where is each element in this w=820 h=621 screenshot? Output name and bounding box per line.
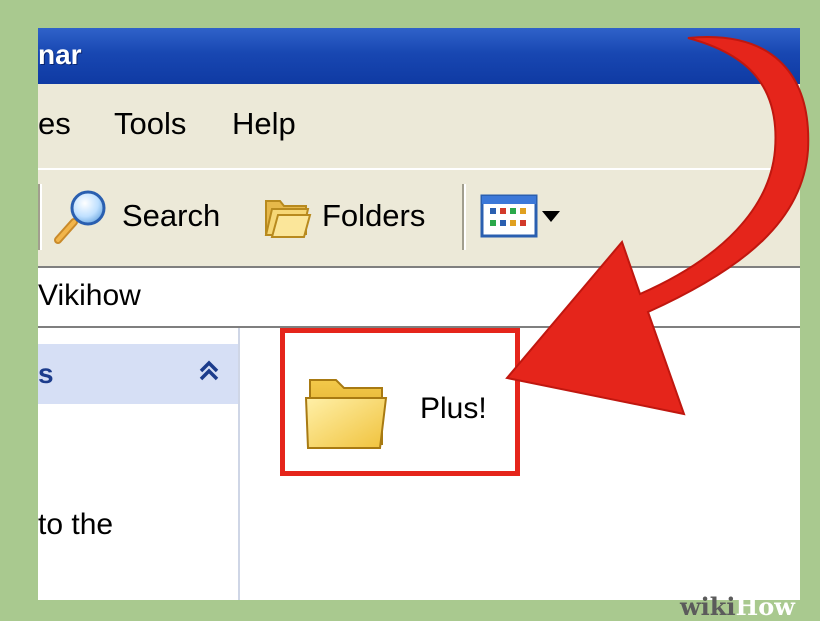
menu-tools[interactable]: Tools: [110, 104, 190, 144]
wikihow-watermark: wikiHow: [680, 592, 795, 621]
magnifier-icon: [52, 188, 114, 244]
tasks-header[interactable]: s: [38, 344, 238, 404]
search-label: Search: [122, 198, 221, 233]
title-bar: nar: [38, 28, 800, 84]
views-button[interactable]: [480, 188, 562, 244]
menu-bar: es Tools Help: [38, 84, 800, 169]
folders-button[interactable]: Folders: [260, 188, 425, 244]
address-path: Vikihow: [38, 279, 141, 312]
folder-content-area: Plus!: [240, 328, 800, 600]
search-button[interactable]: Search: [52, 188, 220, 244]
address-bar[interactable]: Vikihow: [38, 266, 800, 328]
toolbar-separator: [462, 184, 466, 250]
tasks-header-title: s: [38, 358, 54, 389]
window-title: nar: [38, 39, 82, 70]
watermark-wiki: wiki: [680, 592, 736, 621]
folder-icon: [300, 364, 396, 460]
toolbar: Search Folders: [38, 168, 800, 268]
folder-item-plus[interactable]: Plus!: [280, 328, 520, 476]
menu-favorites[interactable]: es: [38, 104, 75, 144]
views-icon: [480, 192, 538, 240]
menu-help[interactable]: Help: [228, 104, 300, 144]
collapse-chevron-icon[interactable]: [192, 356, 226, 390]
toolbar-separator: [38, 184, 42, 250]
dropdown-arrow-icon[interactable]: [540, 206, 562, 226]
folder-label: Plus!: [420, 392, 487, 425]
explorer-window: nar es Tools Help Search Folders Vikihow…: [38, 28, 800, 600]
tasks-pane: s to the: [38, 328, 240, 600]
folders-label: Folders: [322, 198, 426, 233]
tasks-body-text: to the: [38, 508, 114, 541]
folders-icon: [260, 191, 316, 241]
watermark-how: How: [735, 592, 795, 621]
address-border: [38, 266, 800, 268]
